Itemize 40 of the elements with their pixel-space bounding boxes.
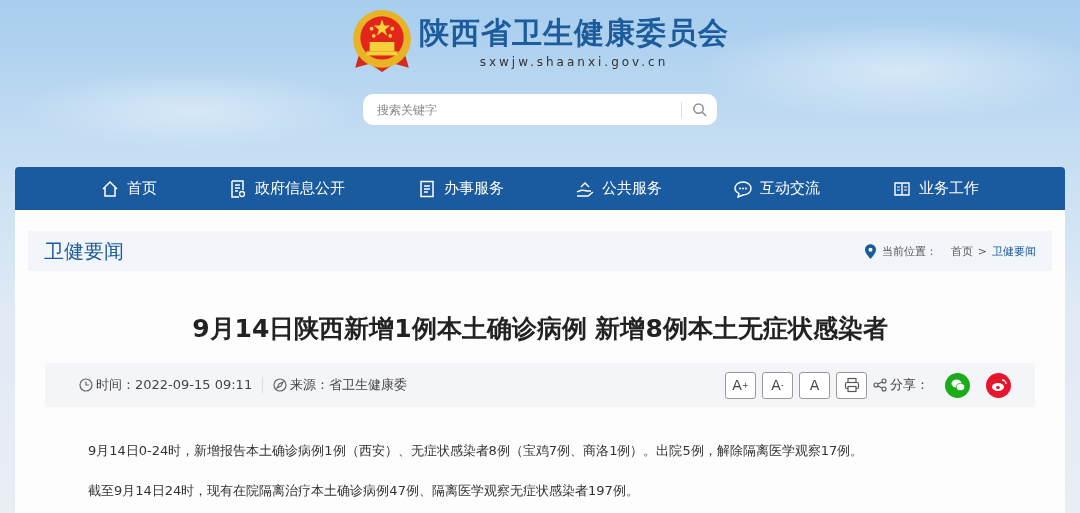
emblem-icon [351,8,413,74]
nav-item[interactable]: 互动交流 [728,175,827,202]
weibo-share-button[interactable] [986,372,1011,398]
print-button[interactable] [836,371,867,399]
nav-item[interactable]: 公共服务 [570,175,669,202]
section-title: 卫健要闻 [44,237,124,265]
document-icon [229,179,248,198]
clock-icon [79,378,93,392]
compass-icon [273,378,288,392]
chat-icon [734,179,753,198]
nav-item[interactable]: 业务工作 [886,175,985,202]
printer-icon [843,377,860,393]
home-icon [101,179,120,198]
site-title: 陕西省卫生健康委员会 [419,14,729,52]
breadcrumb-separator: > [977,244,987,258]
share-label: 分享： [890,376,929,394]
font-size-button[interactable]: A$^{+}$ [725,371,756,399]
share-icon [873,378,887,392]
wechat-icon [949,377,966,393]
nav-item[interactable]: 办事服务 [411,175,510,202]
font-size-button[interactable]: A [799,371,830,399]
weibo-icon [990,377,1007,393]
paragraph: 9月14日0-24时，新增报告本土确诊病例1例（西安）、无症状感染者8例（宝鸡7例、商洛1例）。出院5例，解除隔离医学观察17例。 [88,443,865,459]
nav-item[interactable]: 政府信息公开 [223,175,352,202]
breadcrumb-label: 当前位置： [881,243,937,259]
search-field[interactable]: 搜索关键字 [363,94,717,125]
site-domain: sxwjw.shaanxi.gov.cn [479,55,669,69]
article-title: 9月14日陕西新增1例本土确诊病例 新增8例本土无症状感染者 [191,313,889,345]
list-icon [417,179,436,198]
breadcrumb-link[interactable]: 首页 [950,243,973,259]
search-icon[interactable] [692,102,707,117]
wechat-share-button[interactable] [945,372,970,398]
publish-time: 时间：2022-09-15 09:11 [96,376,253,394]
location-pin-icon [864,243,876,259]
font-size-button[interactable]: A$^{-}$ [762,371,793,399]
paragraph: 截至9月14日24时，现有在院隔离治疗本土确诊病例47例、隔离医学观察无症状感染者197例。 [88,483,640,499]
book-icon [892,179,911,198]
nav-item[interactable]: 首页 [95,175,164,202]
article-source: 来源：省卫生健康委 [290,376,408,394]
breadcrumb-link[interactable]: 卫健要闻 [992,243,1036,259]
